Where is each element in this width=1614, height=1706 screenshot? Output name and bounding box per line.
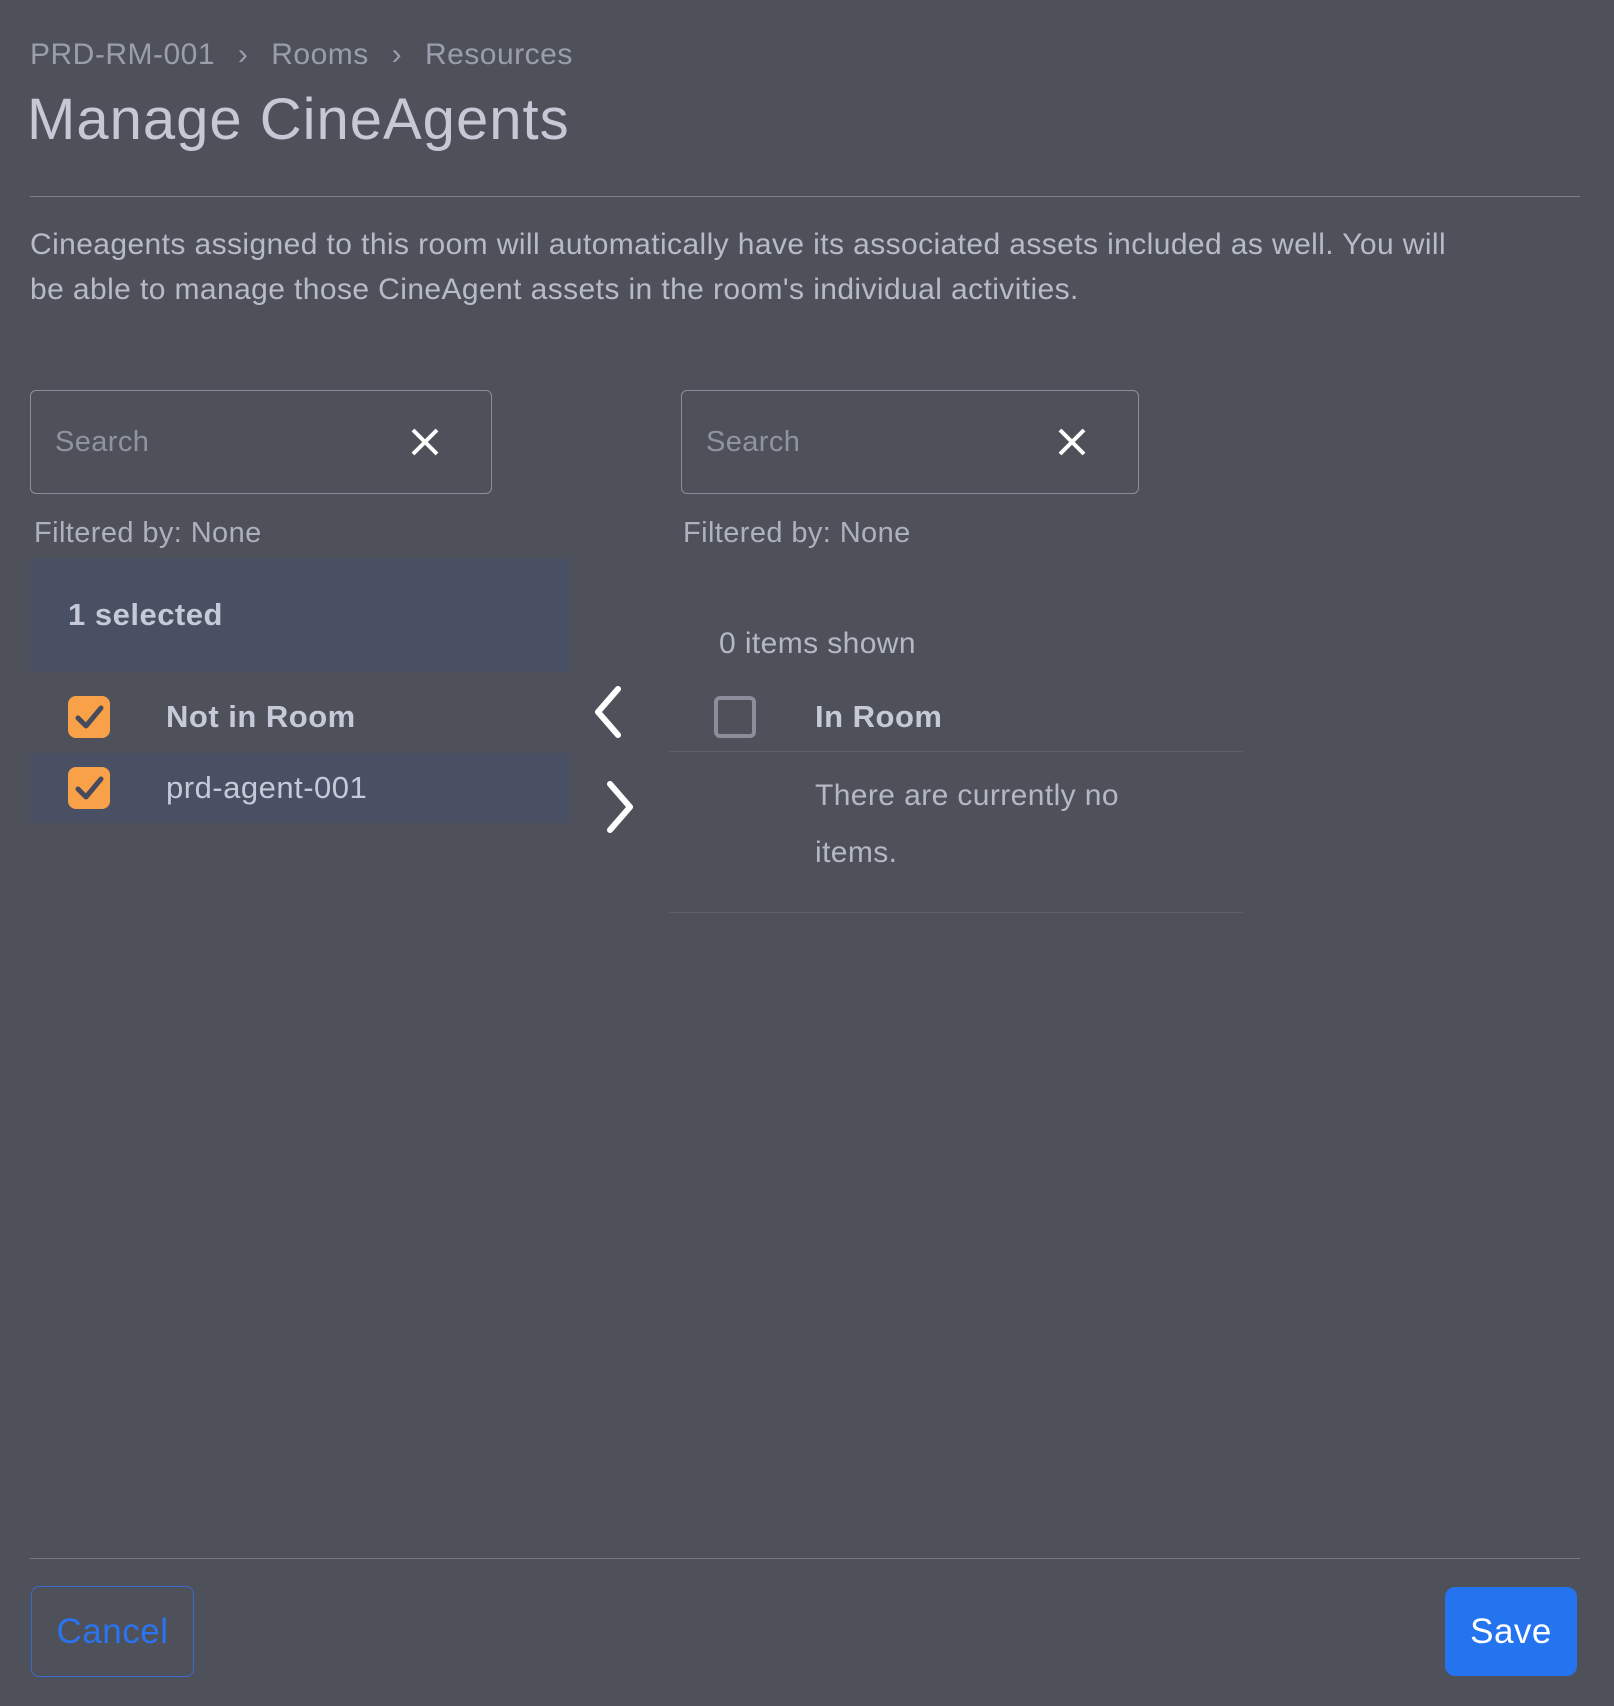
assigned-empty-row: There are currently no items. <box>669 753 1243 913</box>
available-item-row[interactable]: prd-agent-001 <box>30 753 570 823</box>
save-button[interactable]: Save <box>1445 1587 1577 1676</box>
available-search-input[interactable] <box>31 391 381 493</box>
available-filtered-by-label: Filtered by: None <box>34 517 262 550</box>
item-checkbox[interactable] <box>68 767 110 809</box>
footer-divider <box>30 1558 1580 1559</box>
empty-state-message: There are currently no items. <box>815 767 1195 881</box>
breadcrumb: PRD-RM-001 › Rooms › Resources <box>30 38 573 72</box>
cancel-button[interactable]: Cancel <box>31 1586 194 1677</box>
select-all-checkbox-unchecked[interactable] <box>714 696 756 738</box>
available-group-row[interactable]: Not in Room <box>30 682 570 752</box>
move-left-button[interactable] <box>586 681 630 743</box>
assigned-search-box <box>681 390 1139 494</box>
breadcrumb-separator: › <box>392 38 403 71</box>
available-search-box <box>30 390 492 494</box>
dialog-description: Cineagents assigned to this room will au… <box>30 222 1460 312</box>
chevron-left-icon <box>590 684 626 740</box>
available-group-label: Not in Room <box>166 699 356 735</box>
checkmark-icon <box>72 771 106 805</box>
available-item-label: prd-agent-001 <box>166 770 367 806</box>
header-divider <box>30 196 1580 197</box>
breadcrumb-item-rooms[interactable]: Rooms <box>271 38 369 71</box>
move-right-button[interactable] <box>598 776 642 838</box>
selected-count-header: 1 selected <box>30 558 570 672</box>
assigned-group-row[interactable]: In Room <box>669 682 1243 752</box>
select-all-checkbox[interactable] <box>68 696 110 738</box>
page-title: Manage CineAgents <box>27 86 570 153</box>
assigned-filtered-by-label: Filtered by: None <box>683 517 911 550</box>
checkmark-icon <box>72 700 106 734</box>
clear-search-icon[interactable] <box>407 424 443 460</box>
assigned-group-label: In Room <box>815 699 943 735</box>
breadcrumb-item-room-id[interactable]: PRD-RM-001 <box>30 38 215 71</box>
breadcrumb-separator: › <box>238 38 249 71</box>
breadcrumb-item-resources: Resources <box>425 38 573 71</box>
clear-search-icon[interactable] <box>1054 424 1090 460</box>
manage-cineagents-dialog: PRD-RM-001 › Rooms › Resources Manage Ci… <box>0 0 1614 1706</box>
assigned-search-input[interactable] <box>682 391 1028 493</box>
items-shown-label: 0 items shown <box>719 627 916 661</box>
chevron-right-icon <box>602 779 638 835</box>
selected-count-label: 1 selected <box>68 597 223 633</box>
